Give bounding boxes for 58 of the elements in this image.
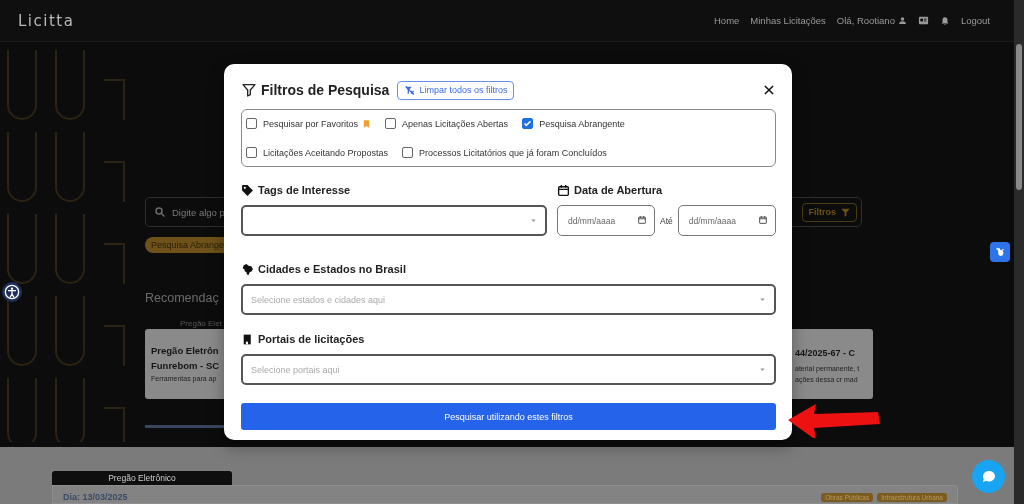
hands-icon — [993, 245, 1007, 259]
search-icon — [154, 206, 166, 218]
caret-icon — [758, 295, 767, 304]
bell-icon[interactable] — [939, 15, 950, 26]
funnel-icon — [840, 206, 851, 218]
funnel-icon — [241, 82, 257, 98]
accessibility-icon — [4, 284, 20, 300]
date-separator: Até — [660, 215, 673, 226]
tags-select[interactable] — [241, 205, 547, 236]
tag-icon — [241, 183, 254, 197]
scrollbar-thumb[interactable] — [1016, 44, 1022, 190]
book-icon — [241, 332, 254, 346]
field-label: Tags de Interesse — [258, 184, 351, 196]
checkbox[interactable] — [246, 147, 257, 158]
filter-off-icon — [404, 84, 416, 96]
logo[interactable]: Licitta — [18, 11, 75, 30]
cities-select[interactable]: Selecione estados e cidades aqui — [241, 284, 776, 315]
section-title: Recomendaç — [145, 291, 219, 305]
calendar-icon — [557, 183, 570, 197]
listing-date: Dia: 13/03/2025 — [63, 492, 128, 502]
calendar-icon[interactable] — [757, 215, 768, 225]
field-label: Data de Abertura — [574, 184, 663, 196]
date-field[interactable]: dd/mm/aaaa — [677, 205, 776, 236]
close-icon — [762, 83, 776, 97]
sign-language-button[interactable] — [990, 242, 1010, 262]
close-button[interactable] — [762, 83, 776, 97]
checkbox[interactable] — [402, 147, 414, 158]
caret-icon — [529, 216, 538, 225]
id-card-icon[interactable] — [917, 15, 929, 26]
checkbox-label[interactable]: Processos Licitatórios que já foram Concluídos — [419, 147, 607, 158]
clear-filters-button[interactable]: Limpar todos os filtros — [397, 80, 515, 100]
checkbox-label[interactable]: Licitações Aceitando Propostas — [263, 147, 389, 158]
field-label: Cidades e Estados no Brasil — [258, 263, 406, 275]
bookmark-icon — [362, 118, 372, 129]
checkbox-label[interactable]: Pesquisar por Favoritos — [263, 118, 359, 129]
card-title: 44/2025-67 - C — [795, 347, 856, 360]
logout-link[interactable]: Logout — [960, 15, 990, 26]
caret-icon — [758, 365, 767, 374]
checkbox[interactable] — [385, 118, 397, 129]
checkbox[interactable] — [246, 118, 257, 129]
checkbox-label[interactable]: Pesquisa Abrangente — [539, 118, 625, 129]
user-icon — [897, 16, 907, 25]
card-title: Pregão Eletrôn — [151, 344, 219, 358]
nav-link[interactable]: Home — [714, 15, 740, 26]
map-icon — [241, 262, 254, 276]
checkbox[interactable] — [522, 118, 534, 129]
card-title: Funrebom - SC — [151, 359, 220, 373]
dialog-title: Filtros de Pesquisa — [261, 82, 390, 98]
field-label: Portais de licitações — [258, 333, 365, 345]
calendar-icon[interactable] — [637, 215, 647, 225]
nav-link[interactable]: Minhas Licitações — [750, 15, 826, 26]
portals-select[interactable]: Selecione portais aqui — [241, 354, 776, 385]
date-field[interactable]: dd/mm/aaaa — [557, 205, 655, 236]
category-tab[interactable]: Pregão Eletrônico — [52, 471, 232, 485]
user-menu-link[interactable]: Olá, Rootiano — [836, 15, 907, 26]
checkbox-label[interactable]: Apenas Licitações Abertas — [402, 118, 509, 129]
checkmark-icon — [523, 119, 533, 128]
search-button[interactable]: Pesquisar utilizando estes filtros — [241, 403, 776, 430]
